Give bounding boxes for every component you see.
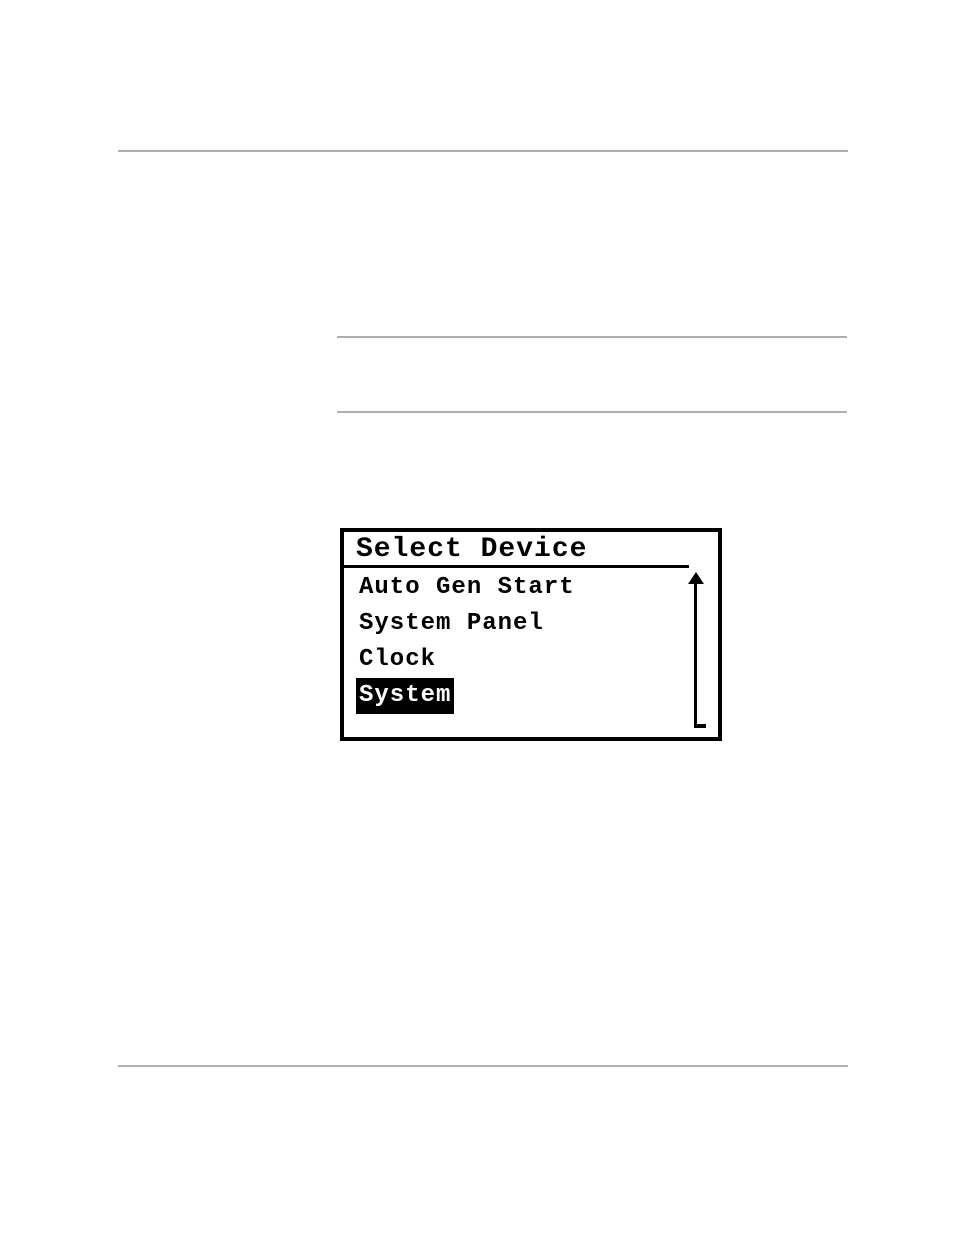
scrollbar-track: [694, 578, 697, 728]
divider-mid-2: [337, 411, 847, 413]
menu-item-system-panel[interactable]: System Panel: [356, 606, 718, 642]
divider-mid-1: [337, 336, 847, 338]
menu-item-label: System Panel: [356, 606, 547, 642]
scroll-down-icon: [694, 724, 706, 728]
lcd-screen: Select Device Auto Gen Start System Pane…: [340, 528, 722, 741]
lcd-title: Select Device: [344, 532, 687, 565]
menu-item-clock[interactable]: Clock: [356, 642, 718, 678]
menu-item-label: Clock: [356, 642, 439, 678]
menu-item-auto-gen-start[interactable]: Auto Gen Start: [356, 570, 718, 606]
divider-bottom: [118, 1065, 848, 1067]
menu-item-label: System: [356, 678, 454, 714]
menu-item-system[interactable]: System: [356, 678, 718, 714]
scroll-up-icon: [688, 572, 704, 584]
lcd-scrollbar[interactable]: [688, 574, 704, 732]
menu-item-label: Auto Gen Start: [356, 570, 578, 606]
divider-top: [118, 150, 848, 152]
lcd-items: Auto Gen Start System Panel Clock System: [344, 568, 718, 714]
